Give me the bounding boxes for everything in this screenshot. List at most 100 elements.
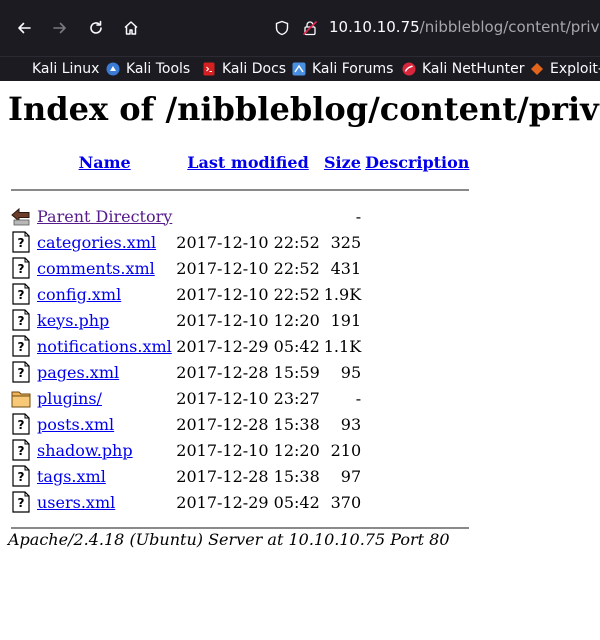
last-modified-cell: 2017-12-28 15:38	[176, 466, 320, 486]
bookmark-exploit-db[interactable]: Exploit-	[530, 57, 600, 81]
header-divider	[11, 189, 470, 191]
description-cell	[364, 490, 470, 514]
tracking-protection-shield-icon[interactable]	[274, 20, 290, 36]
parent-size-cell: -	[355, 206, 362, 226]
browser-toolbar: 10.10.10.75/nibbleblog/content/private/	[0, 0, 600, 56]
home-button[interactable]	[117, 14, 145, 42]
unknown-file-icon: ?	[12, 335, 30, 357]
url-text[interactable]: 10.10.10.75/nibbleblog/content/private/	[329, 18, 600, 36]
bookmark-kali-linux[interactable]: Kali Linux	[10, 57, 99, 81]
svg-text:?: ?	[18, 444, 25, 458]
sort-by-description-link[interactable]: Description	[365, 153, 469, 172]
parent-directory-row: Parent Directory -	[10, 204, 470, 228]
last-modified-cell: 2017-12-10 22:52	[176, 232, 320, 252]
file-link[interactable]: plugins/	[37, 389, 102, 408]
insecure-lock-icon[interactable]	[302, 20, 318, 36]
sort-by-name-link[interactable]: Name	[79, 153, 131, 172]
unknown-file-icon: ?	[12, 413, 30, 435]
forward-button[interactable]	[46, 14, 74, 42]
parent-modified-cell	[175, 204, 320, 228]
file-link[interactable]: notifications.xml	[37, 337, 172, 356]
back-button[interactable]	[10, 14, 38, 42]
parent-directory-link[interactable]: Parent Directory	[37, 207, 172, 226]
svg-text:?: ?	[18, 470, 25, 484]
bookmark-label: Kali Tools	[126, 61, 191, 77]
kali-nethunter-icon	[402, 62, 416, 76]
file-icon-cell: ?	[10, 334, 34, 358]
file-name-cell: notifications.xml	[36, 334, 173, 358]
back-arrow-icon	[18, 22, 31, 34]
file-icon-cell: ?	[10, 360, 34, 384]
description-cell	[364, 412, 470, 436]
last-modified-cell: 2017-12-29 05:42	[176, 336, 320, 356]
sort-by-last-modified-link[interactable]: Last modified	[187, 153, 308, 172]
file-name-cell: keys.php	[36, 308, 173, 332]
size-cell: 1.9K	[323, 284, 362, 304]
file-rows: ? categories.xml 2017-12-10 22:52 325? comme…	[10, 230, 470, 514]
svg-text:?: ?	[18, 314, 25, 328]
file-icon-cell	[10, 386, 34, 410]
bookmark-kali-forums[interactable]: Kali Forums	[292, 57, 393, 81]
url-path: /nibbleblog/content/private/	[419, 18, 600, 36]
file-name-cell: categories.xml	[36, 230, 173, 254]
kali-linux-icon	[10, 62, 26, 76]
file-link[interactable]: tags.xml	[37, 467, 106, 486]
bookmark-label: Kali Forums	[312, 61, 394, 77]
unknown-file-icon: ?	[12, 309, 30, 331]
last-modified-cell: 2017-12-10 12:20	[176, 310, 320, 330]
table-row: plugins/2017-12-10 23:27 -	[10, 386, 470, 410]
reload-button[interactable]	[82, 14, 110, 42]
file-name-cell: config.xml	[36, 282, 173, 306]
size-cell: 325	[330, 232, 362, 252]
footer-divider	[11, 527, 470, 529]
size-cell: 93	[340, 414, 362, 434]
sort-by-size-link[interactable]: Size	[324, 153, 361, 172]
file-name-cell: comments.xml	[36, 256, 173, 280]
file-link[interactable]: shadow.php	[37, 441, 133, 460]
unknown-file-icon: ?	[12, 465, 30, 487]
kali-docs-icon	[203, 62, 215, 76]
table-header-row: Name Last modified Size Description	[10, 148, 470, 176]
bookmark-kali-tools[interactable]: Kali Tools	[106, 57, 190, 81]
bookmark-kali-nethunter[interactable]: Kali NetHunter	[402, 57, 524, 81]
file-link[interactable]: comments.xml	[37, 259, 155, 278]
size-cell: 97	[340, 466, 362, 486]
file-name-cell: pages.xml	[36, 360, 173, 384]
svg-text:?: ?	[18, 418, 25, 432]
file-link[interactable]: categories.xml	[37, 233, 156, 252]
svg-text:?: ?	[18, 366, 25, 380]
folder-icon	[11, 391, 31, 408]
file-name-cell: shadow.php	[36, 438, 173, 462]
table-row: ? comments.xml 2017-12-10 22:52 431	[10, 256, 470, 280]
last-modified-cell: 2017-12-29 05:42	[176, 492, 320, 512]
file-link[interactable]: users.xml	[37, 493, 115, 512]
file-icon-cell: ?	[10, 412, 34, 436]
size-cell: 370	[330, 492, 362, 512]
icon-column-header	[10, 148, 34, 176]
file-icon-cell: ?	[10, 230, 34, 254]
file-link[interactable]: posts.xml	[37, 415, 114, 434]
file-name-cell: plugins/	[36, 386, 173, 410]
parent-description-cell	[364, 204, 470, 228]
bookmark-kali-docs[interactable]: Kali Docs	[202, 57, 286, 81]
file-link[interactable]: config.xml	[37, 285, 121, 304]
file-icon-cell: ?	[10, 256, 34, 280]
home-icon	[124, 21, 138, 35]
bookmarks-toolbar: Kali Linux Kali Tools Kali Docs Kali For…	[0, 56, 600, 81]
kali-forums-icon	[292, 62, 306, 76]
description-cell	[364, 308, 470, 332]
size-cell: -	[355, 388, 362, 408]
svg-text:?: ?	[18, 236, 25, 250]
file-name-cell: users.xml	[36, 490, 173, 514]
svg-text:?: ?	[18, 340, 25, 354]
file-icon-cell: ?	[10, 308, 34, 332]
unknown-file-icon: ?	[12, 257, 30, 279]
address-bar[interactable]: 10.10.10.75/nibbleblog/content/private/	[262, 8, 600, 48]
file-name-cell: tags.xml	[36, 464, 173, 488]
last-modified-cell: 2017-12-10 22:52	[176, 258, 320, 278]
table-row: ? pages.xml 2017-12-28 15:59 95	[10, 360, 470, 384]
file-link[interactable]: keys.php	[37, 311, 109, 330]
url-host: 10.10.10.75	[329, 18, 420, 36]
description-cell	[364, 438, 470, 462]
file-link[interactable]: pages.xml	[37, 363, 119, 382]
